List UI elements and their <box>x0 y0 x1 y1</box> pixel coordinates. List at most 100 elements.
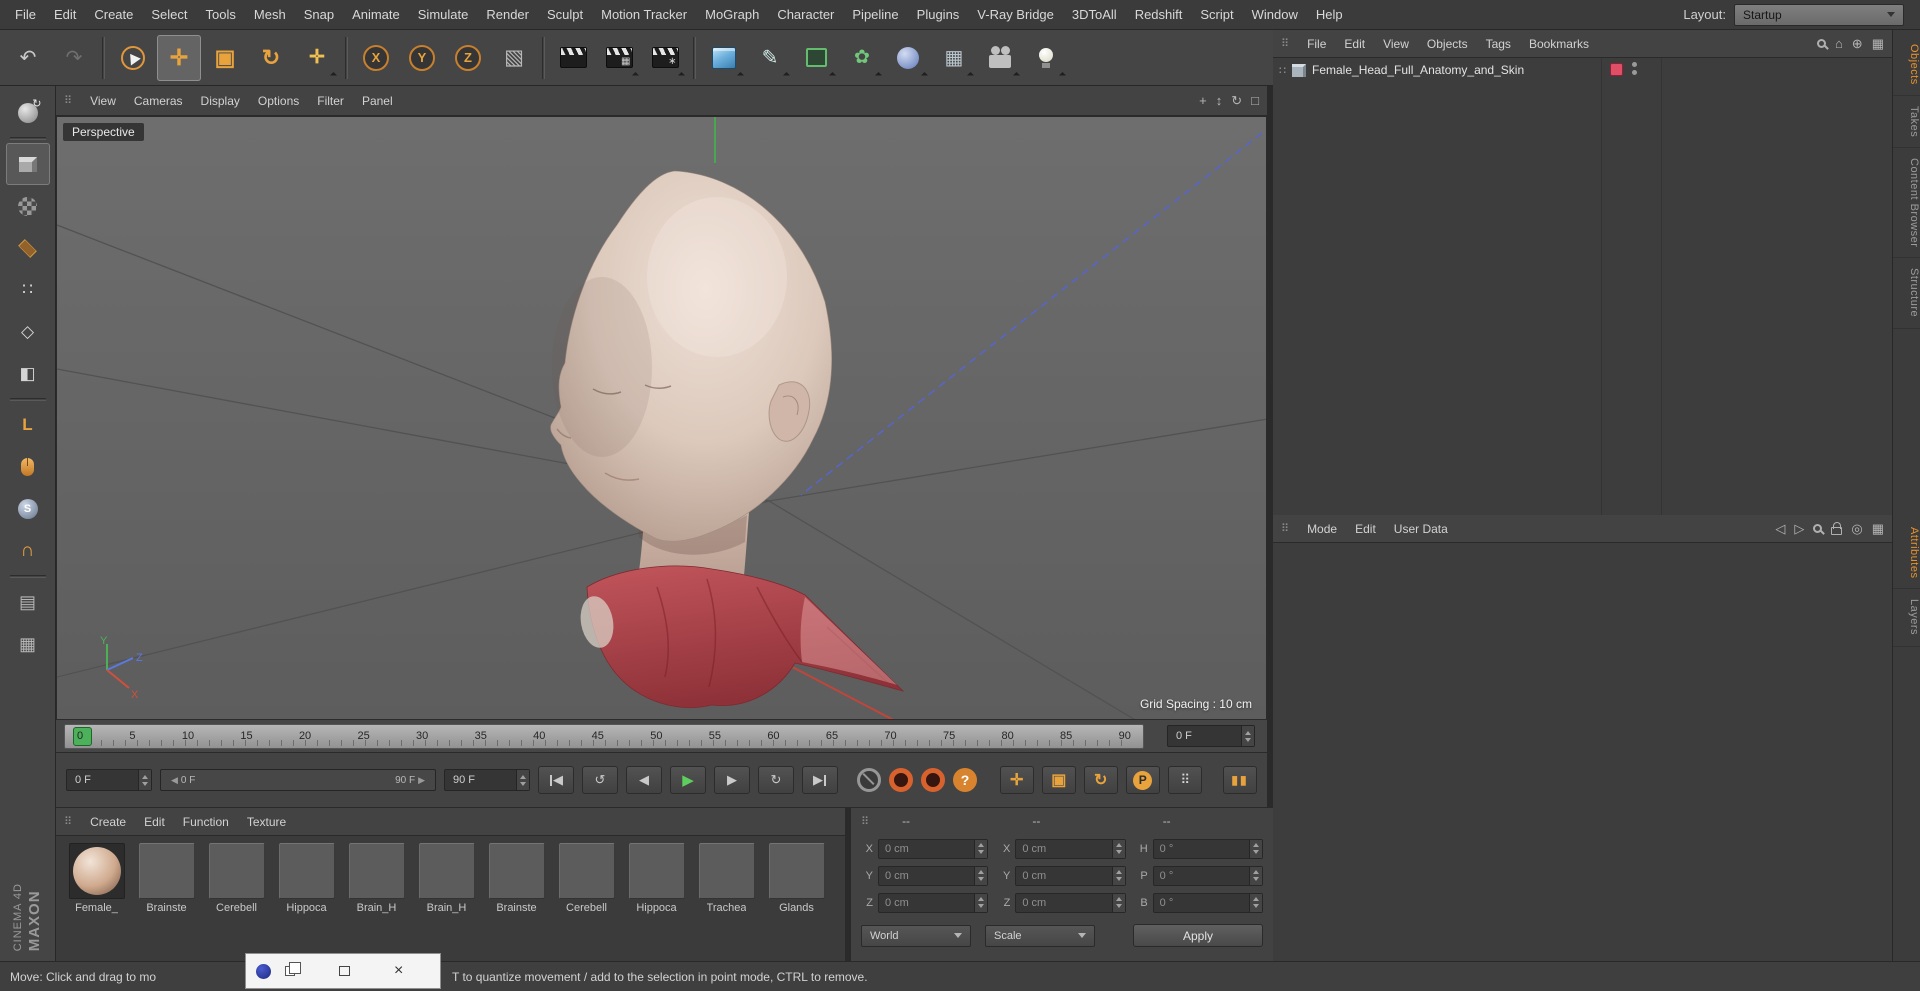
expander-icon[interactable]: ∷ <box>1279 64 1286 77</box>
loop-button[interactable]: ↻ <box>758 766 794 794</box>
attribute-manager-menu-item[interactable]: Mode <box>1298 522 1346 536</box>
tab-takes[interactable]: Takes <box>1893 96 1920 149</box>
menu-item[interactable]: Pipeline <box>843 0 907 29</box>
material-menu-item[interactable]: Texture <box>238 815 295 829</box>
flesh-collar[interactable] <box>586 565 905 708</box>
material-thumbnail[interactable] <box>138 843 195 899</box>
toggle-view-icon[interactable]: □ <box>1251 93 1259 108</box>
material-sphere-thumbnail[interactable] <box>68 843 125 899</box>
stepper-icon[interactable] <box>1241 726 1254 746</box>
deformer-button[interactable] <box>886 35 930 81</box>
camera-button[interactable] <box>978 35 1022 81</box>
range-end-field[interactable]: 90 F <box>444 769 530 791</box>
stepper-icon[interactable] <box>138 770 151 790</box>
close-icon[interactable]: × <box>394 963 403 979</box>
material-item[interactable]: Cerebell <box>204 843 269 914</box>
panel-handle-icon[interactable]: ⠿ <box>1281 522 1289 535</box>
zoom-view-icon[interactable]: ↕ <box>1216 93 1223 108</box>
material-item[interactable]: Brain_H <box>344 843 409 914</box>
material-thumbnail[interactable] <box>278 843 335 899</box>
floating-mini-window[interactable]: × <box>245 953 441 989</box>
menu-item[interactable]: Help <box>1307 0 1352 29</box>
coordinate-input[interactable]: 0 cm <box>1015 892 1126 913</box>
last-tool-button[interactable]: ✛ <box>295 35 339 81</box>
material-thumbnail[interactable] <box>418 843 475 899</box>
coordinate-input[interactable]: 0 ° <box>1152 892 1263 913</box>
perspective-viewport[interactable]: Perspective Y Z X Grid Spacing: 10 cm <box>56 116 1267 720</box>
material-thumbnail[interactable] <box>768 843 825 899</box>
enable-snap-button[interactable]: ∩ <box>6 530 50 572</box>
redo-button[interactable]: ↷ <box>52 35 96 81</box>
object-manager-menu-item[interactable]: Objects <box>1418 37 1477 51</box>
apply-button[interactable]: Apply <box>1133 924 1263 947</box>
panel-handle-icon[interactable]: ⠿ <box>1281 37 1289 50</box>
panel-handle-icon[interactable]: ⠿ <box>64 815 72 828</box>
material-thumbnail[interactable] <box>698 843 755 899</box>
material-thumbnail[interactable] <box>208 843 265 899</box>
search-icon[interactable] <box>1816 39 1826 48</box>
current-frame-spinner[interactable]: 0 F <box>1167 725 1255 747</box>
scale-mode-dropdown[interactable]: Scale <box>985 924 1095 947</box>
lock-x-axis-button[interactable]: X <box>354 35 398 81</box>
material-item[interactable]: Glands <box>764 843 829 914</box>
range-right-arrow-icon[interactable]: ▶ <box>418 775 425 785</box>
points-mode-button[interactable]: ∷ <box>6 269 50 311</box>
pan-view-icon[interactable]: + <box>1199 93 1207 108</box>
rotate-view-icon[interactable]: ↻ <box>1231 93 1242 109</box>
copy-icon[interactable] <box>285 962 301 976</box>
preview-range-slider[interactable]: ◀ 0 F 90 F ▶ <box>160 769 436 791</box>
menu-item[interactable]: File <box>6 0 45 29</box>
material-item[interactable]: Trachea <box>694 843 759 914</box>
polygons-mode-button[interactable]: ◧ <box>6 353 50 395</box>
record-keyframe-button[interactable] <box>889 768 913 792</box>
focus-icon[interactable]: ◎ <box>1851 521 1862 537</box>
menu-item[interactable]: Animate <box>343 0 409 29</box>
snap-settings-button[interactable]: S <box>6 488 50 530</box>
autokey-button[interactable] <box>857 768 881 792</box>
tab-content-browser[interactable]: Content Browser <box>1893 148 1920 259</box>
menu-item[interactable]: Tools <box>197 0 245 29</box>
viewport-solo-button[interactable] <box>6 446 50 488</box>
viewport-camera-label[interactable]: Perspective <box>63 123 144 141</box>
play-backwards-button[interactable]: ↺ <box>582 766 618 794</box>
render-picture-viewer-button[interactable]: ▦ <box>597 35 641 81</box>
workplane-mode-button[interactable] <box>6 227 50 269</box>
rotate-tool-button[interactable]: ↻ <box>249 35 293 81</box>
panel-handle-icon[interactable]: ⠿ <box>64 94 72 107</box>
menu-item[interactable]: Window <box>1243 0 1307 29</box>
layout-dropdown[interactable]: Startup <box>1734 3 1904 26</box>
material-menu-item[interactable]: Edit <box>135 815 174 829</box>
locked-workplane-button[interactable]: ▤ <box>6 581 50 623</box>
viewport-menu-item[interactable]: Options <box>249 94 308 108</box>
visibility-dots-icon[interactable] <box>1632 62 1637 75</box>
tab-objects[interactable]: Objects <box>1893 34 1920 96</box>
next-frame-button[interactable]: ▶ <box>714 766 750 794</box>
planar-workplane-button[interactable]: ▦ <box>6 623 50 665</box>
coordinate-input[interactable]: 0 cm <box>1015 865 1126 886</box>
subdivision-surface-button[interactable] <box>794 35 838 81</box>
menu-item[interactable]: Snap <box>295 0 343 29</box>
material-thumbnail[interactable] <box>348 843 405 899</box>
key-scale-toggle[interactable]: ▣ <box>1041 766 1076 794</box>
add-cube-button[interactable] <box>702 35 746 81</box>
render-settings-button[interactable]: ∗ <box>643 35 687 81</box>
goto-start-button[interactable]: ◀ <box>538 766 574 794</box>
object-manager-menu-item[interactable]: Tags <box>1477 37 1520 51</box>
material-thumbnail[interactable] <box>558 843 615 899</box>
edges-mode-button[interactable]: ◇ <box>6 311 50 353</box>
material-menu-item[interactable]: Create <box>81 815 135 829</box>
object-manager-menu-item[interactable]: View <box>1374 37 1418 51</box>
material-item[interactable]: Hippoca <box>624 843 689 914</box>
play-forward-button[interactable]: ▶ <box>670 766 706 794</box>
model-mode-button[interactable] <box>5 143 50 185</box>
material-item[interactable]: Hippoca <box>274 843 339 914</box>
record-objects-button[interactable] <box>921 768 945 792</box>
stepper-icon[interactable] <box>1249 839 1262 858</box>
render-view-button[interactable] <box>551 35 595 81</box>
viewport-menu-item[interactable]: Filter <box>308 94 353 108</box>
material-item[interactable]: Brain_H <box>414 843 479 914</box>
viewport-menu-item[interactable]: View <box>81 94 125 108</box>
object-tree[interactable]: ∷ Female_Head_Full_Anatomy_and_Skin <box>1273 58 1892 515</box>
coordinate-system-button[interactable]: ▧ <box>492 35 536 81</box>
attribute-manager-menu-item[interactable]: User Data <box>1385 522 1457 536</box>
